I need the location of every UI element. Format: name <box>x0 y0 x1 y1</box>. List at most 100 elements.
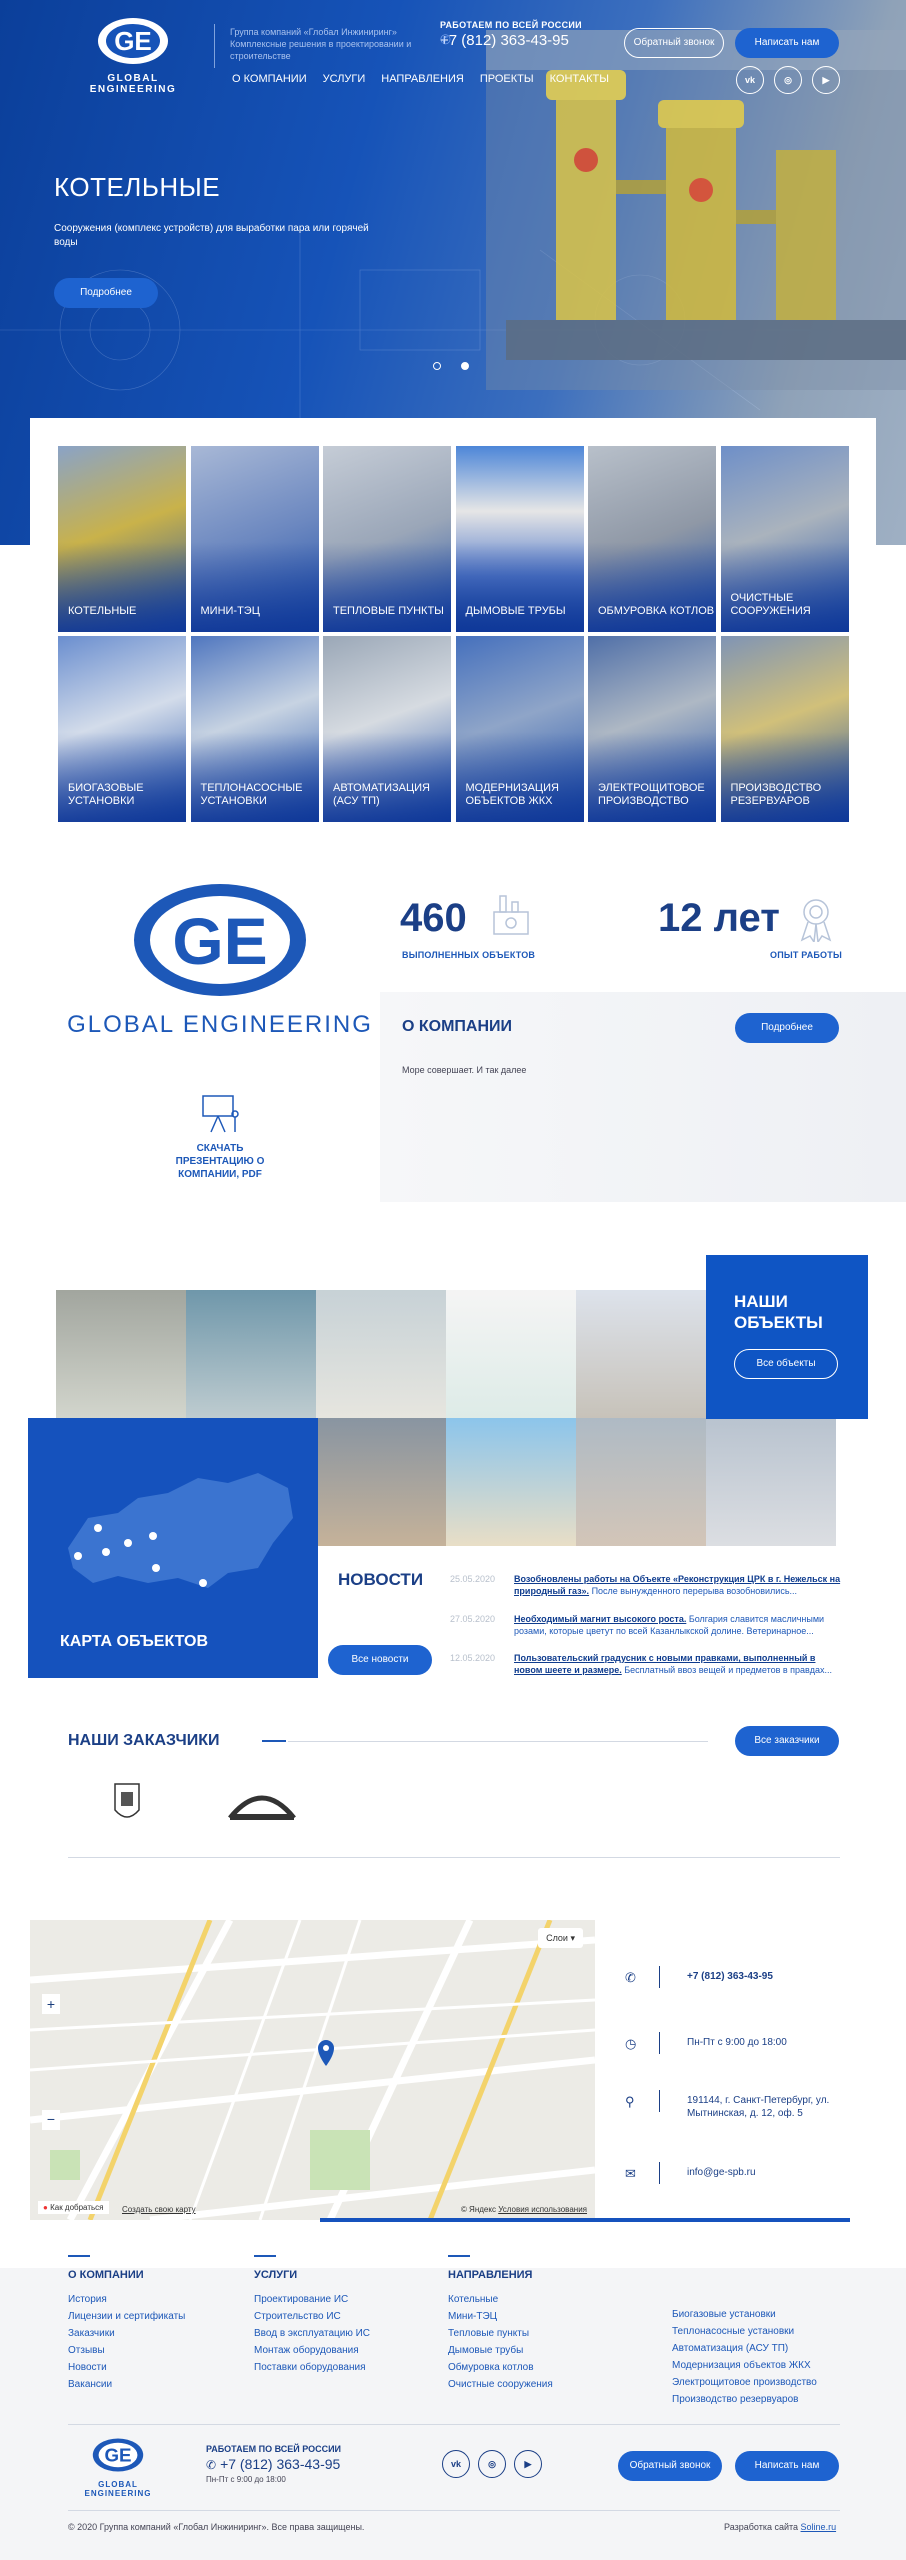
download-presentation-link[interactable]: СКАЧАТЬ ПРЕЗЕНТАЦИЮ О КОМПАНИИ, PDF <box>170 1092 270 1181</box>
nav-item-contacts[interactable]: КОНТАКТЫ <box>550 73 609 85</box>
footer-link[interactable]: Теплонасосные установки <box>672 2323 817 2340</box>
customer-logo-2[interactable] <box>224 1784 300 1824</box>
footer-write-button[interactable]: Написать нам <box>735 2451 839 2481</box>
footer-link[interactable]: Дымовые трубы <box>448 2342 553 2359</box>
zoom-out-button[interactable]: − <box>42 2110 60 2130</box>
vk-icon[interactable]: vk <box>442 2450 470 2478</box>
direction-tile[interactable]: ТЕПЛОВЫЕ ПУНКТЫ <box>323 446 451 632</box>
presentation-board-icon <box>202 1095 239 1133</box>
location-map[interactable]: + − Слои ▾ ● Как добраться Создать свою … <box>30 1920 595 2220</box>
contact-email-link[interactable]: info@ge-spb.ru <box>687 2166 857 2179</box>
slider-dot-2[interactable] <box>461 362 469 370</box>
map-layers-button[interactable]: Слои ▾ <box>538 1928 583 1948</box>
footer-link[interactable]: Заказчики <box>68 2325 185 2342</box>
object-photo-3[interactable] <box>316 1290 446 1418</box>
object-photo-8[interactable] <box>576 1418 706 1546</box>
footer-link[interactable]: Отзывы <box>68 2342 185 2359</box>
footer-link[interactable]: Очистные сооружения <box>448 2376 553 2393</box>
footer-link[interactable]: Новости <box>68 2359 185 2376</box>
direction-tile[interactable]: КОТЕЛЬНЫЕ <box>58 446 186 632</box>
direction-tile[interactable]: МИНИ-ТЭЦ <box>190 446 319 632</box>
hero-more-button[interactable]: Подробнее <box>54 278 158 308</box>
direction-tile[interactable]: АВТОМАТИЗАЦИЯ (АСУ ТП) <box>323 636 451 822</box>
footer-link[interactable]: Проектирование ИС <box>254 2291 370 2308</box>
footer-link[interactable]: История <box>68 2291 185 2308</box>
footer-link[interactable]: Котельные <box>448 2291 553 2308</box>
object-photo-7[interactable] <box>446 1418 576 1546</box>
all-news-button[interactable]: Все новости <box>328 1645 432 1675</box>
write-us-button[interactable]: Написать нам <box>735 28 839 58</box>
footer-link[interactable]: Электрощитовое производство <box>672 2374 817 2391</box>
footer-phone-link[interactable]: +7 (812) 363-43-95 <box>220 2456 340 2472</box>
map-route-link[interactable]: ● Как добраться <box>38 2201 109 2214</box>
work-region-label: РАБОТАЕМ ПО ВСЕЙ РОССИИ <box>440 20 582 30</box>
footer-link[interactable]: Модернизация объектов ЖКХ <box>672 2357 817 2374</box>
object-photo-4[interactable] <box>446 1290 576 1418</box>
object-photo-5[interactable] <box>576 1290 706 1418</box>
all-objects-button[interactable]: Все объекты <box>734 1349 838 1379</box>
direction-tile-label: МИНИ-ТЭЦ <box>200 605 260 617</box>
slider-dot-1[interactable] <box>433 362 441 370</box>
footer-link[interactable]: Поставки оборудования <box>254 2359 370 2376</box>
header-logo[interactable]: GE GLOBAL ENGINEERING <box>68 16 198 95</box>
direction-tile[interactable]: ОЧИСТНЫЕ СООРУЖЕНИЯ <box>720 446 849 632</box>
instagram-icon[interactable]: ◎ <box>478 2450 506 2478</box>
direction-tile-label: ДЫМОВЫЕ ТРУБЫ <box>465 605 566 617</box>
direction-tile-label: ПРОИЗВОДСТВО РЕЗЕРВУАРОВ <box>730 782 822 807</box>
direction-tile[interactable]: ПРОИЗВОДСТВО РЕЗЕРВУАРОВ <box>720 636 849 822</box>
footer-link[interactable]: Строительство ИС <box>254 2308 370 2325</box>
direction-tile-label: ТЕПЛОНАСОСНЫЕ УСТАНОВКИ <box>200 782 303 807</box>
about-more-button[interactable]: Подробнее <box>735 1013 839 1043</box>
direction-tile[interactable]: МОДЕРНИЗАЦИЯ ОБЪЕКТОВ ЖКХ <box>455 636 584 822</box>
direction-tile-label: ОЧИСТНЫЕ СООРУЖЕНИЯ <box>730 592 811 617</box>
all-customers-button[interactable]: Все заказчики <box>735 1726 839 1756</box>
factory-icon <box>493 895 529 935</box>
object-photo-1[interactable] <box>56 1290 186 1418</box>
footer-link[interactable]: Ввод в эксплуатацию ИС <box>254 2325 370 2342</box>
direction-tile[interactable]: ДЫМОВЫЕ ТРУБЫ <box>455 446 584 632</box>
map-create-link[interactable]: Создать свою карту <box>122 2205 196 2214</box>
footer-link[interactable]: Биогазовые установки <box>672 2306 817 2323</box>
nav-item-about[interactable]: О КОМПАНИИ <box>232 73 307 85</box>
instagram-icon[interactable]: ◎ <box>774 66 802 94</box>
object-photo-2[interactable] <box>186 1290 316 1418</box>
direction-tile[interactable]: ТЕПЛОНАСОСНЫЕ УСТАНОВКИ <box>190 636 319 822</box>
contact-phone-link[interactable]: +7 (812) 363-43-95 <box>687 1970 857 1983</box>
nav-item-projects[interactable]: ПРОЕКТЫ <box>480 73 534 85</box>
callback-button[interactable]: Обратный звонок <box>624 28 724 58</box>
footer-link[interactable]: Тепловые пункты <box>448 2325 553 2342</box>
footer-link[interactable]: Производство резервуаров <box>672 2391 817 2408</box>
direction-tile-label: БИОГАЗОВЫЕ УСТАНОВКИ <box>68 782 144 807</box>
footer-link[interactable]: Обмуровка котлов <box>448 2359 553 2376</box>
zoom-in-button[interactable]: + <box>42 1994 60 2014</box>
nav-item-services[interactable]: УСЛУГИ <box>323 73 366 85</box>
years-label: ОПЫТ РАБОТЫ <box>770 950 842 960</box>
nav-item-directions[interactable]: НАПРАВЛЕНИЯ <box>381 73 464 85</box>
direction-tile[interactable]: ОБМУРОВКА КОТЛОВ <box>588 446 716 632</box>
footer-link[interactable]: Лицензии и сертификаты <box>68 2308 185 2325</box>
footer-link[interactable]: Автоматизация (АСУ ТП) <box>672 2340 817 2357</box>
map-terms-link[interactable]: Условия использования <box>498 2205 587 2214</box>
footer-col-services: УСЛУГИ Проектирование ИС Строительство И… <box>254 2255 370 2376</box>
object-photo-6[interactable] <box>316 1418 446 1546</box>
customers-accent-line <box>262 1740 286 1742</box>
footer-link[interactable]: Вакансии <box>68 2376 185 2393</box>
developer-link[interactable]: Soline.ru <box>801 2522 837 2532</box>
footer-link[interactable]: Мини-ТЭЦ <box>448 2308 553 2325</box>
vk-icon[interactable]: vk <box>736 66 764 94</box>
footer-logo[interactable]: GE GLOBAL ENGINEERING <box>68 2437 168 2498</box>
customers-title: НАШИ ЗАКАЗЧИКИ <box>68 1732 220 1749</box>
phone-icon: ✆ <box>440 32 451 47</box>
direction-tile[interactable]: БИОГАЗОВЫЕ УСТАНОВКИ <box>58 636 186 822</box>
footer-link[interactable]: Монтаж оборудования <box>254 2342 370 2359</box>
object-photo-9[interactable] <box>706 1418 836 1546</box>
customer-logo-1[interactable] <box>112 1780 142 1826</box>
objects-map-card[interactable]: КАРТА ОБЪЕКТОВ <box>28 1418 318 1678</box>
direction-tile-label: АВТОМАТИЗАЦИЯ (АСУ ТП) <box>333 782 430 807</box>
footer-col-title: НАПРАВЛЕНИЯ <box>448 2269 533 2281</box>
news-headline[interactable]: Необходимый магнит высокого роста. <box>514 1614 686 1624</box>
youtube-icon[interactable]: ▶ <box>514 2450 542 2478</box>
direction-tile[interactable]: ЭЛЕКТРОЩИТОВОЕ ПРОИЗВОДСТВО <box>588 636 716 822</box>
footer-callback-button[interactable]: Обратный звонок <box>618 2451 722 2481</box>
youtube-icon[interactable]: ▶ <box>812 66 840 94</box>
